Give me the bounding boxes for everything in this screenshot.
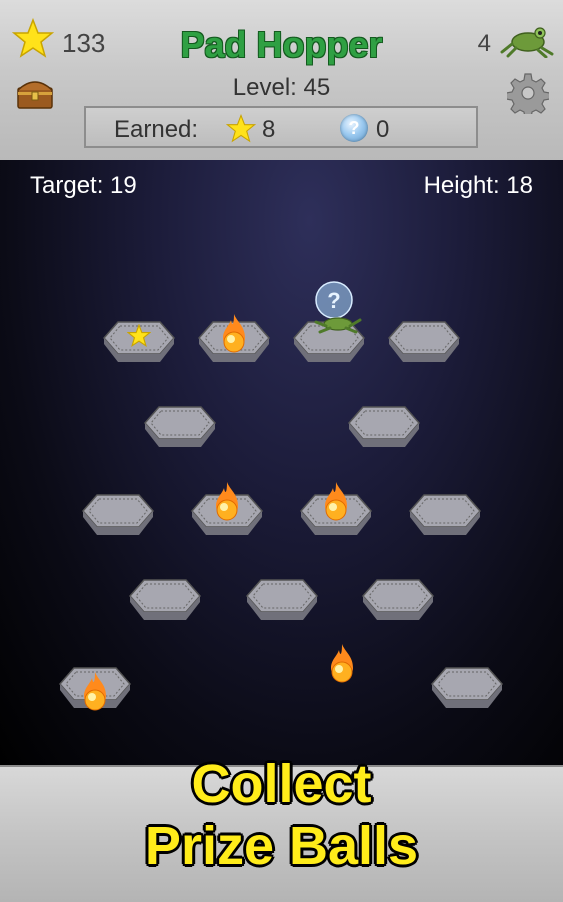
hex-pad[interactable] (143, 405, 217, 449)
svg-text:?: ? (327, 288, 340, 313)
earned-panel: Earned: 8 ? 0 (84, 106, 478, 148)
height-label: Height: 18 (423, 172, 533, 199)
fireball-icon[interactable] (327, 642, 357, 686)
fireball-icon[interactable] (321, 480, 351, 524)
header: 133 Pad Hopper 4 Level: 45 Earned: 8 ? 0 (0, 0, 563, 162)
target-label: Target: 19 (30, 172, 137, 199)
promo-banner: Collect Prize Balls (0, 754, 563, 902)
hex-pad[interactable] (387, 320, 461, 364)
question-ball-icon: ? (340, 114, 368, 142)
hex-pad[interactable] (81, 493, 155, 537)
fireball-icon[interactable] (212, 480, 242, 524)
banner-line-2: Prize Balls (144, 816, 419, 876)
star-icon (226, 114, 256, 143)
lives-count: 4 (477, 30, 491, 57)
hex-pad[interactable] (408, 493, 482, 537)
earned-stars: 8 (262, 116, 276, 143)
earned-label: Earned: (114, 116, 199, 143)
earned-prize-balls: 0 (376, 116, 390, 143)
banner-line-1: Collect (191, 754, 372, 814)
fireball-icon[interactable] (80, 670, 110, 714)
gear-icon[interactable] (507, 72, 549, 114)
fireball-icon[interactable] (219, 312, 249, 356)
play-field[interactable]: Target: 19 Height: 18 ? (0, 160, 563, 765)
hex-pad[interactable] (361, 578, 435, 622)
frog-player[interactable]: ? (308, 278, 368, 342)
star-icon (127, 324, 151, 348)
level-label: Level: 45 (232, 74, 331, 101)
frog-icon (500, 27, 554, 58)
hex-pad[interactable] (430, 666, 504, 710)
hex-pad[interactable] (245, 578, 319, 622)
hex-pad[interactable] (128, 578, 202, 622)
hex-pad[interactable] (347, 405, 421, 449)
